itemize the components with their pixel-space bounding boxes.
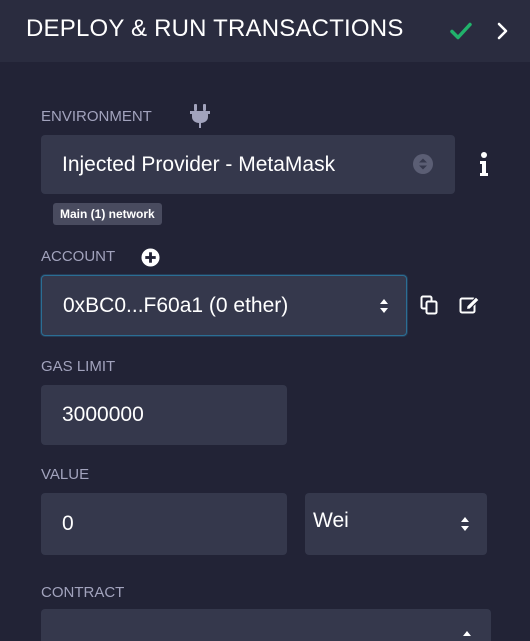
chevron-right-icon[interactable] — [496, 21, 510, 41]
environment-value: Injected Provider - MetaMask — [62, 152, 336, 176]
panel-header: DEPLOY & RUN TRANSACTIONS — [0, 0, 530, 62]
value-unit: Wei — [313, 509, 349, 532]
contract-select[interactable] — [41, 609, 491, 641]
deploy-run-panel: DEPLOY & RUN TRANSACTIONS ENVIRONMENT In… — [0, 0, 530, 641]
value-input[interactable]: 0 — [41, 493, 287, 555]
environment-select[interactable]: Injected Provider - MetaMask — [41, 135, 455, 194]
gas-limit-label: GAS LIMIT — [41, 358, 116, 375]
check-icon — [450, 22, 472, 40]
account-value: 0xBC0...F60a1 (0 ether) — [63, 293, 289, 317]
plug-icon — [190, 104, 210, 128]
edit-icon[interactable] — [459, 295, 481, 315]
account-select[interactable]: 0xBC0...F60a1 (0 ether) — [41, 275, 407, 336]
info-icon[interactable] — [478, 151, 490, 177]
updown-arrows-icon — [461, 517, 469, 531]
gas-limit-value: 3000000 — [62, 403, 144, 426]
select-updown-icon — [413, 154, 433, 174]
panel-title: DEPLOY & RUN TRANSACTIONS — [26, 15, 404, 42]
up-arrow-icon — [463, 631, 471, 636]
environment-label: ENVIRONMENT — [41, 108, 152, 125]
plus-circle-icon[interactable] — [141, 248, 160, 267]
account-label: ACCOUNT — [41, 248, 116, 265]
value-unit-select[interactable]: Wei — [305, 493, 487, 555]
contract-label: CONTRACT — [41, 584, 125, 601]
network-badge: Main (1) network — [53, 203, 162, 225]
value-amount: 0 — [62, 512, 74, 535]
gas-limit-input[interactable]: 3000000 — [41, 385, 287, 445]
updown-arrows-icon — [380, 299, 388, 313]
value-label: VALUE — [41, 466, 90, 483]
copy-icon[interactable] — [420, 295, 438, 315]
